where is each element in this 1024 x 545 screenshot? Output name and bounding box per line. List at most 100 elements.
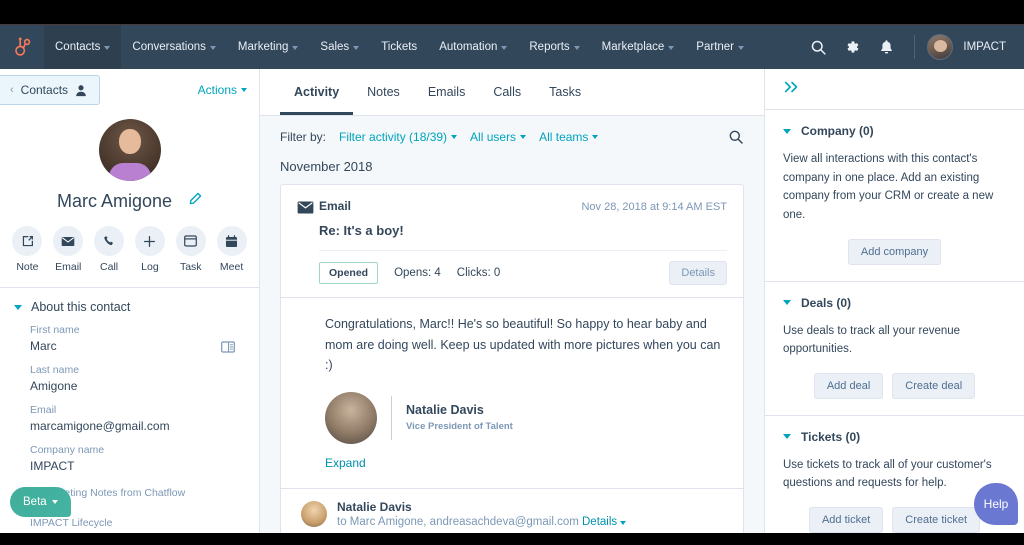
nav-item-automation[interactable]: Automation bbox=[428, 25, 518, 70]
bell-icon bbox=[881, 40, 892, 54]
filter-activity-dropdown[interactable]: Filter activity (18/39) bbox=[339, 130, 458, 144]
nav-item-reports[interactable]: Reports bbox=[518, 25, 590, 70]
field-company-name[interactable]: Company name IMPACT bbox=[30, 444, 259, 473]
email-type-label: Email bbox=[319, 199, 352, 213]
email-envelope-icon bbox=[297, 199, 319, 238]
quick-action-log[interactable]: Log bbox=[134, 226, 166, 273]
filter-users-dropdown[interactable]: All users bbox=[470, 130, 527, 144]
nav-label: Conversations bbox=[132, 41, 206, 53]
add-company-button[interactable]: Add company bbox=[847, 238, 942, 265]
notifications-button[interactable] bbox=[870, 31, 902, 63]
panel-company: Company (0) View all interactions with t… bbox=[765, 110, 1024, 282]
signature-photo bbox=[325, 391, 377, 444]
about-contact-header[interactable]: About this contact bbox=[0, 288, 259, 318]
field-label: Last name bbox=[30, 364, 80, 376]
email-details-button[interactable]: Details bbox=[669, 261, 727, 285]
chevron-down-icon bbox=[668, 46, 675, 50]
user-avatar[interactable] bbox=[927, 34, 954, 60]
chevron-down-icon bbox=[592, 135, 599, 139]
email-icon bbox=[53, 226, 84, 256]
expand-link[interactable]: Expand bbox=[325, 456, 723, 470]
create-ticket-button[interactable]: Create ticket bbox=[892, 507, 981, 533]
nav-item-marketing[interactable]: Marketing bbox=[227, 25, 310, 70]
chevron-down-icon bbox=[738, 46, 745, 50]
signature-name: Natalie Davis bbox=[406, 403, 484, 418]
create-deal-button[interactable]: Create deal bbox=[892, 372, 976, 399]
activity-search-button[interactable] bbox=[728, 129, 744, 145]
nav-divider bbox=[914, 35, 916, 59]
email-timestamp: Nov 28, 2018 at 9:14 AM EST bbox=[581, 201, 727, 213]
details-link-label: Details bbox=[582, 515, 618, 528]
pencil-icon bbox=[189, 192, 202, 205]
search-button[interactable] bbox=[802, 31, 834, 63]
field-last-name[interactable]: Last name Amigone bbox=[30, 364, 259, 393]
activity-card-email: Email Nov 28, 2018 at 9:14 AM EST Re: It… bbox=[280, 184, 744, 533]
sender-info: Natalie Davis to Marc Amigone, andreasac… bbox=[337, 499, 627, 528]
clicks-stat: Clicks: 0 bbox=[457, 267, 500, 279]
quick-action-task[interactable]: Task bbox=[175, 226, 206, 273]
chevron-down-icon bbox=[241, 88, 247, 92]
field-value: IMPACT bbox=[30, 459, 75, 473]
field-email[interactable]: Email marcamigone@gmail.com bbox=[30, 404, 259, 433]
status-badge: Opened bbox=[319, 262, 379, 284]
edit-contact-button[interactable] bbox=[188, 192, 202, 211]
search-icon bbox=[811, 40, 826, 55]
nav-item-marketplace[interactable]: Marketplace bbox=[591, 25, 686, 70]
nav-item-conversations[interactable]: Conversations bbox=[121, 25, 227, 70]
nav-label: Automation bbox=[439, 41, 498, 53]
nav-item-contacts[interactable]: Contacts bbox=[44, 24, 122, 70]
tab-activity[interactable]: Activity bbox=[280, 69, 354, 115]
quick-actions-row: Note Email Call Log Task Meet bbox=[0, 226, 259, 273]
quick-action-note[interactable]: Note bbox=[12, 226, 43, 273]
chevron-down-icon bbox=[520, 135, 527, 139]
add-ticket-button[interactable]: Add ticket bbox=[808, 507, 884, 533]
panel-description: View all interactions with this contact'… bbox=[783, 153, 994, 221]
chevron-down-icon bbox=[783, 434, 791, 440]
field-value: Amigone bbox=[30, 379, 78, 393]
account-menu[interactable]: IMPACT bbox=[963, 41, 1010, 53]
associations-sidebar: Company (0) View all interactions with t… bbox=[765, 69, 1024, 533]
email-subject[interactable]: Re: It's a boy! bbox=[319, 223, 727, 238]
sender-name: Natalie Davis bbox=[337, 499, 412, 514]
view-record-button[interactable] bbox=[221, 340, 235, 358]
settings-button[interactable] bbox=[836, 31, 868, 63]
about-contact-title: About this contact bbox=[31, 300, 131, 314]
quick-action-label: Task bbox=[179, 261, 202, 273]
filter-teams-label: All teams bbox=[539, 130, 589, 144]
nav-item-sales[interactable]: Sales bbox=[309, 25, 370, 70]
note-icon bbox=[12, 226, 43, 256]
panel-company-header[interactable]: Company (0) bbox=[783, 124, 1006, 138]
actions-dropdown[interactable]: Actions bbox=[198, 83, 247, 97]
top-navigation-bar: Contacts Conversations Marketing Sales T… bbox=[0, 24, 1024, 70]
filter-teams-dropdown[interactable]: All teams bbox=[539, 130, 599, 144]
help-button[interactable]: Help bbox=[974, 483, 1018, 525]
beta-badge-button[interactable]: Beta bbox=[10, 487, 71, 517]
contact-avatar bbox=[98, 119, 161, 181]
add-deal-button[interactable]: Add deal bbox=[813, 372, 884, 399]
panel-tickets-header[interactable]: Tickets (0) bbox=[783, 430, 1006, 444]
nav-item-partner[interactable]: Partner bbox=[685, 25, 755, 70]
tabs-container: Activity Notes Emails Calls Tasks bbox=[260, 69, 764, 116]
field-impact-lifecycle[interactable]: IMPACT Lifecycle bbox=[30, 517, 259, 529]
collapse-sidebar-button[interactable] bbox=[765, 69, 1024, 110]
nav-item-tickets[interactable]: Tickets bbox=[370, 25, 428, 70]
tab-tasks[interactable]: Tasks bbox=[535, 69, 595, 115]
quick-action-call[interactable]: Call bbox=[94, 226, 125, 273]
tab-emails[interactable]: Emails bbox=[414, 69, 480, 115]
nav-label: Contacts bbox=[55, 41, 101, 53]
recipient-details-link[interactable]: Details bbox=[582, 515, 627, 528]
quick-action-label: Log bbox=[141, 261, 159, 273]
app-body: ‹ Contacts Actions Marc Amigone Note Ema… bbox=[0, 69, 1024, 533]
quick-action-email[interactable]: Email bbox=[53, 226, 84, 273]
activity-feed[interactable]: Email Nov 28, 2018 at 9:14 AM EST Re: It… bbox=[260, 184, 764, 533]
avatar-shirt bbox=[108, 163, 151, 181]
breadcrumb-contacts-button[interactable]: ‹ Contacts bbox=[0, 75, 101, 105]
panel-company-buttons: Add company bbox=[783, 238, 1006, 265]
tab-calls[interactable]: Calls bbox=[479, 69, 535, 115]
panel-deals-header[interactable]: Deals (0) bbox=[783, 296, 1006, 310]
tab-notes[interactable]: Notes bbox=[353, 69, 414, 115]
email-type-row: Email Nov 28, 2018 at 9:14 AM EST bbox=[319, 199, 727, 213]
double-chevron-right-icon bbox=[784, 81, 798, 93]
quick-action-meet[interactable]: Meet bbox=[216, 226, 247, 273]
hubspot-logo[interactable] bbox=[0, 25, 44, 70]
